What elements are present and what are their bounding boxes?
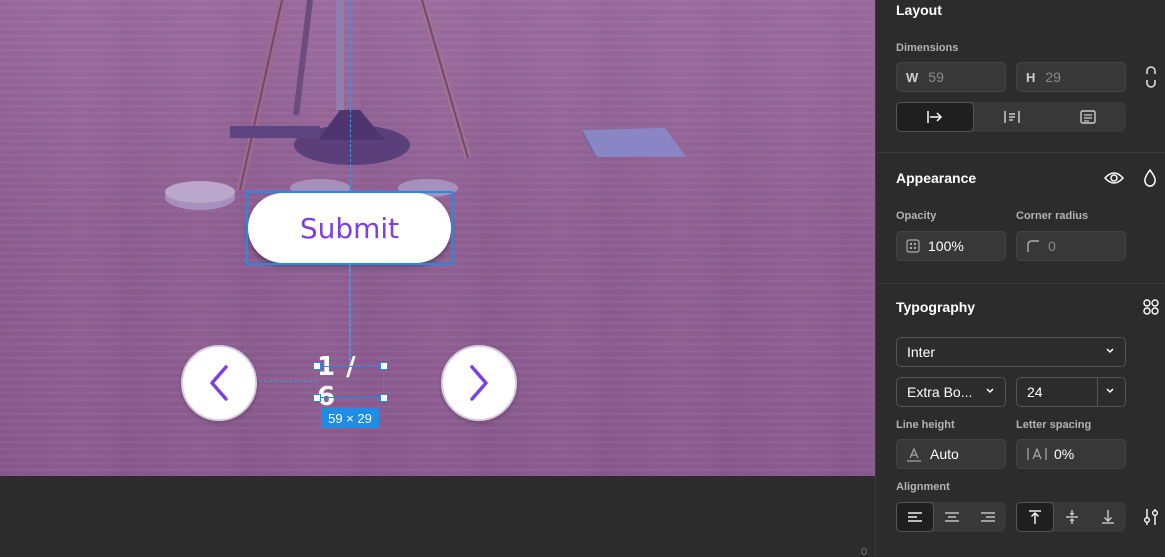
eye-icon	[1104, 172, 1124, 184]
auto-text-option[interactable]	[1050, 102, 1126, 132]
corner-radius-label: Corner radius	[1016, 210, 1089, 222]
height-field[interactable]: H 29	[1016, 62, 1126, 92]
chevron-right-icon	[470, 365, 488, 401]
typography-section: Typography Inter Extra Bo... 24 Line hei…	[876, 284, 1165, 557]
drop-icon	[1144, 169, 1156, 187]
vertical-alignment-group	[1016, 502, 1126, 532]
appearance-title: Appearance	[896, 170, 977, 186]
guide-line-vertical	[350, 0, 351, 366]
height-prefix: H	[1026, 69, 1036, 85]
resize-handle-bottom-right[interactable]	[380, 394, 388, 402]
submit-button[interactable]: Submit	[248, 193, 451, 263]
guide-line-solid	[349, 263, 350, 366]
page-counter[interactable]: 1 / 6	[317, 352, 384, 412]
line-height-label: Line height	[896, 419, 955, 431]
font-weight-value: Extra Bo...	[907, 384, 973, 400]
stick-dark	[293, 0, 313, 116]
previous-button[interactable]	[181, 345, 257, 421]
fixed-width-icon	[927, 111, 943, 123]
sliders-icon	[1144, 509, 1158, 525]
align-right-option[interactable]	[970, 502, 1006, 532]
align-left-option[interactable]	[896, 502, 934, 532]
styles-grid-icon	[1143, 299, 1159, 315]
width-field[interactable]: W 59	[896, 62, 1006, 92]
alignment-label: Alignment	[896, 481, 950, 493]
opacity-icon	[906, 239, 920, 253]
font-size-select[interactable]: 24	[1016, 377, 1126, 407]
canvas-stray-digit: 0	[861, 546, 868, 557]
align-middle-option[interactable]	[1054, 502, 1090, 532]
font-family-value: Inter	[907, 344, 936, 360]
corner-radius-icon	[1027, 240, 1039, 252]
align-middle-icon	[1066, 510, 1078, 524]
card-prop	[582, 128, 686, 157]
selection-size-badge: 59 × 29	[321, 408, 379, 428]
auto-height-icon	[1004, 111, 1020, 123]
appearance-section: Appearance Opacity Corner radius 100% 0	[876, 153, 1165, 284]
align-bottom-option[interactable]	[1090, 502, 1126, 532]
bar-handle	[230, 126, 320, 138]
align-bottom-icon	[1102, 510, 1114, 524]
properties-panel: Layout Dimensions W 59 H 29 Appearance O…	[875, 0, 1165, 557]
chevron-down-icon	[986, 388, 994, 394]
letter-spacing-value: 0%	[1054, 446, 1075, 462]
letter-spacing-field[interactable]: 0%	[1016, 439, 1126, 469]
resize-handle-top-left[interactable]	[313, 362, 321, 370]
opacity-label: Opacity	[896, 210, 937, 222]
layout-title: Layout	[896, 2, 942, 18]
align-top-icon	[1029, 510, 1041, 524]
align-top-option[interactable]	[1016, 502, 1054, 532]
corner-radius-field[interactable]: 0	[1016, 231, 1126, 261]
height-value: 29	[1045, 69, 1061, 85]
fill-style-button[interactable]	[1142, 167, 1158, 189]
sizing-mode-group	[896, 102, 1126, 132]
width-prefix: W	[906, 69, 919, 85]
link-icon	[1146, 66, 1156, 88]
visibility-toggle[interactable]	[1104, 168, 1124, 188]
next-button[interactable]	[441, 345, 517, 421]
align-center-icon	[945, 512, 959, 522]
fixed-width-option[interactable]	[896, 102, 974, 132]
opacity-value: 100%	[928, 238, 964, 254]
line-height-value: Auto	[930, 446, 959, 462]
dimensions-label: Dimensions	[896, 42, 959, 54]
corner-radius-value: 0	[1048, 238, 1056, 254]
resize-handle-bottom-left[interactable]	[313, 394, 321, 402]
font-weight-select[interactable]: Extra Bo...	[896, 377, 1006, 407]
line-height-icon	[907, 447, 921, 462]
design-canvas[interactable]: Submit 1 / 6 59 × 29 0	[0, 0, 875, 557]
line-height-field[interactable]: Auto	[896, 439, 1006, 469]
opacity-field[interactable]: 100%	[896, 231, 1006, 261]
text-settings-button[interactable]	[1142, 508, 1160, 526]
horizontal-alignment-group	[896, 502, 1006, 532]
chevron-down-icon	[1106, 388, 1114, 394]
text-box-icon	[1080, 110, 1096, 124]
font-size-value: 24	[1027, 384, 1043, 400]
resize-handle-top-right[interactable]	[380, 362, 388, 370]
letter-spacing-icon	[1027, 447, 1047, 460]
chevron-left-icon	[210, 365, 228, 401]
constrain-proportions-button[interactable]	[1142, 66, 1160, 88]
align-left-icon	[908, 512, 922, 522]
font-size-divider	[1097, 378, 1098, 406]
auto-height-option[interactable]	[974, 102, 1050, 132]
width-value: 59	[928, 69, 944, 85]
scene-background: Submit 1 / 6 59 × 29	[0, 0, 875, 476]
layout-section: Layout Dimensions W 59 H 29	[876, 0, 1165, 153]
letter-spacing-label: Letter spacing	[1016, 419, 1092, 431]
chevron-down-icon	[1106, 348, 1114, 354]
typography-title: Typography	[896, 299, 976, 315]
align-center-option[interactable]	[934, 502, 970, 532]
font-family-select[interactable]: Inter	[896, 337, 1126, 367]
align-right-icon	[981, 512, 995, 522]
text-styles-button[interactable]	[1142, 298, 1160, 316]
